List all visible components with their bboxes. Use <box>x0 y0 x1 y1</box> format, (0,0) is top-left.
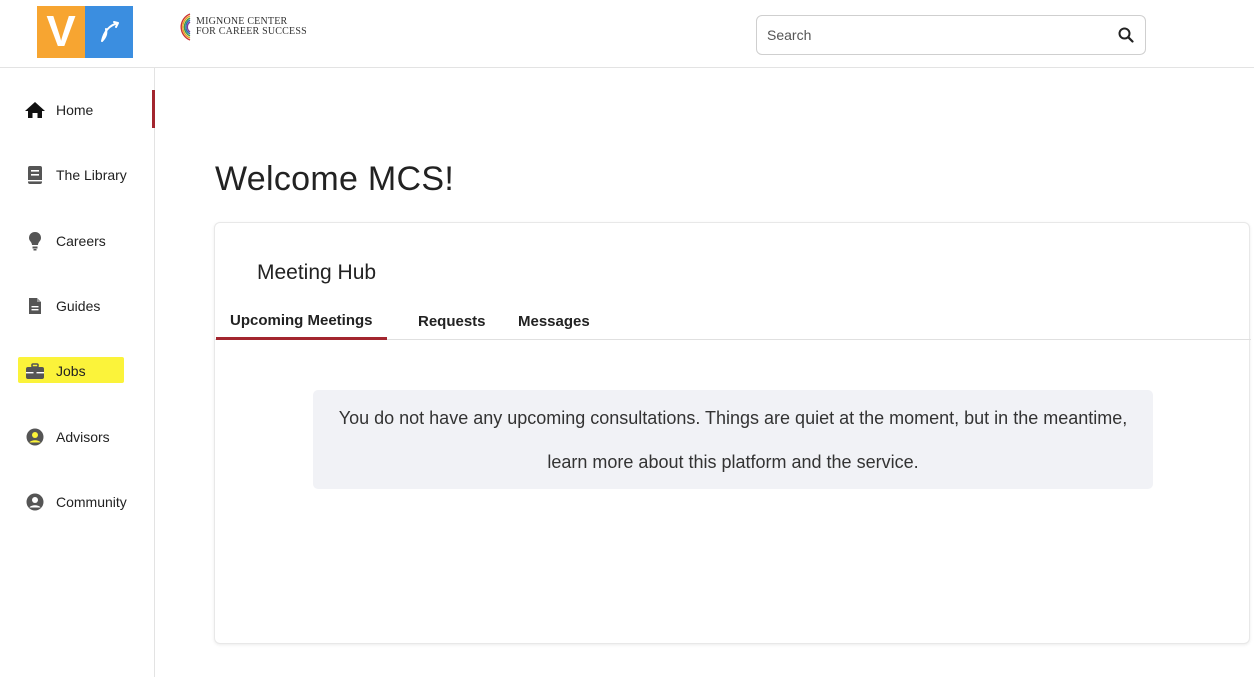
feather-icon <box>101 21 119 42</box>
app-logo-right <box>85 6 133 58</box>
sidebar-nav: Home The Library Careers Guides Jobs Adv… <box>0 68 155 677</box>
user-circle-icon <box>24 427 46 447</box>
sidebar-item-library[interactable]: The Library <box>0 153 155 197</box>
sidebar-item-jobs[interactable]: Jobs <box>0 349 155 393</box>
tab-upcoming-meetings[interactable]: Upcoming Meetings <box>216 303 387 340</box>
sidebar-item-label: Home <box>56 102 94 118</box>
card-title: Meeting Hub <box>257 261 377 284</box>
book-icon <box>24 165 46 185</box>
sidebar-item-label: Advisors <box>56 429 110 445</box>
sidebar-item-advisors[interactable]: Advisors <box>0 415 155 459</box>
org-logo[interactable]: MIGNONE CENTER FOR CAREER SUCCESS <box>170 12 307 42</box>
meeting-hub-card: Meeting Hub Upcoming Meetings Requests M… <box>214 222 1251 644</box>
sidebar-item-guides[interactable]: Guides <box>0 284 155 328</box>
document-icon <box>24 296 46 316</box>
sidebar-item-community[interactable]: Community <box>0 480 155 524</box>
app-logo[interactable]: V <box>37 6 133 58</box>
meeting-tabs: Upcoming Meetings Requests Messages <box>215 303 1251 340</box>
sidebar-item-home[interactable]: Home <box>0 88 155 132</box>
lightbulb-icon <box>24 231 46 251</box>
app-logo-left: V <box>37 6 85 58</box>
briefcase-icon <box>24 361 46 381</box>
top-header: V MIGNONE CENTER FOR CAREER SUCCESS <box>0 0 1254 68</box>
page-title: Welcome MCS! <box>215 160 455 198</box>
org-logo-line2: FOR CAREER SUCCESS <box>196 26 307 37</box>
empty-state-message: You do not have any upcoming consultatio… <box>338 407 1128 472</box>
search-box[interactable] <box>756 15 1146 55</box>
search-input[interactable] <box>767 27 1097 43</box>
org-logo-arcs-icon <box>180 13 191 41</box>
home-icon <box>24 100 46 120</box>
sidebar-item-label: Community <box>56 494 127 510</box>
sidebar-item-label: Guides <box>56 298 101 314</box>
sidebar-item-label: The Library <box>56 167 127 183</box>
app-logo-letter: V <box>46 7 76 56</box>
sidebar-item-label: Careers <box>56 233 106 249</box>
sidebar-item-careers[interactable]: Careers <box>0 219 155 263</box>
sidebar-item-label: Jobs <box>56 363 86 379</box>
search-icon[interactable] <box>1117 26 1135 44</box>
tab-requests[interactable]: Requests <box>404 303 500 340</box>
org-logo-text: MIGNONE CENTER FOR CAREER SUCCESS <box>196 17 307 37</box>
tab-messages[interactable]: Messages <box>504 303 604 340</box>
empty-state-notice: You do not have any upcoming consultatio… <box>313 390 1153 489</box>
user-circle-icon <box>24 492 46 512</box>
